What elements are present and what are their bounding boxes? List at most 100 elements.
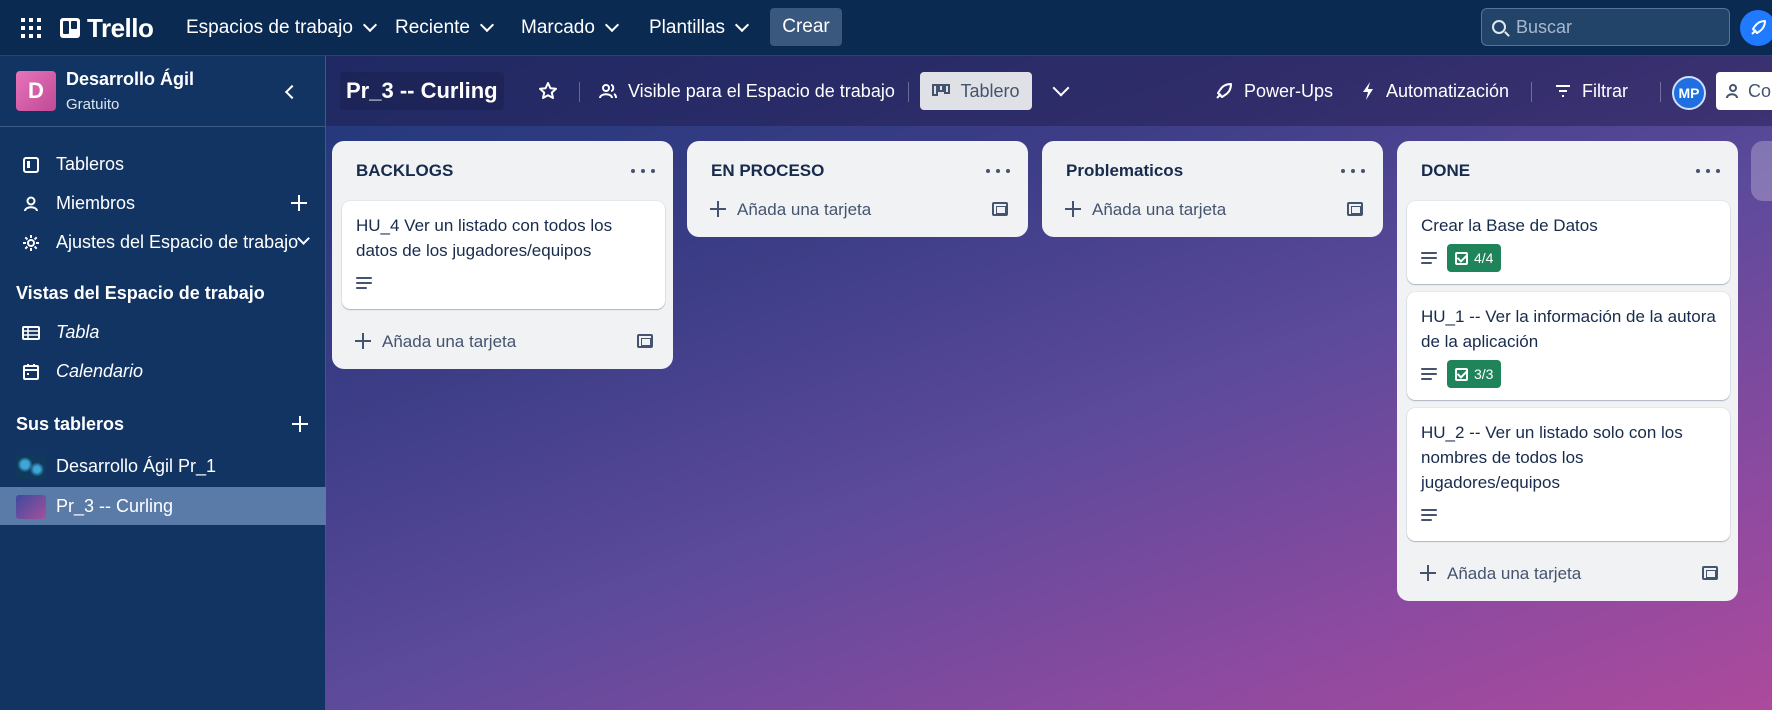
card-title: HU_4 Ver un listado con todos los datos … [356, 216, 613, 260]
add-card-label: Añada una tarjeta [737, 200, 872, 219]
card-title: HU_2 -- Ver un listado solo con los nomb… [1421, 423, 1683, 492]
sidebar-board-item-active[interactable]: Pr_3 -- Curling [0, 487, 326, 525]
sidebar-board-label: Pr_3 -- Curling [56, 495, 174, 516]
sidebar-item-calendar-view[interactable]: Calendario [0, 352, 326, 390]
powerups-button[interactable]: Power-Ups [1206, 72, 1341, 110]
list-menu-icon[interactable] [631, 161, 655, 181]
board-title[interactable]: Pr_3 -- Curling [340, 72, 504, 110]
list-title[interactable]: BACKLOGS [356, 161, 453, 181]
next-list-partial[interactable] [1751, 141, 1772, 201]
add-card-button[interactable]: Añada una tarjeta [1042, 185, 1383, 237]
board-view-button[interactable]: Tablero [920, 72, 1032, 110]
star-icon [539, 82, 557, 99]
board-canvas: Pr_3 -- Curling Visible para el Espacio … [326, 56, 1772, 710]
card-template-icon[interactable] [1347, 202, 1363, 216]
your-boards-heading: Sus tableros [16, 414, 125, 434]
sidebar-item-settings[interactable]: Ajustes del Espacio de trabajo [0, 223, 326, 261]
calendar-icon [23, 364, 39, 380]
sidebar-item-label: Tabla [56, 321, 100, 342]
automation-button[interactable]: Automatización [1352, 72, 1517, 110]
plus-icon [1064, 200, 1082, 218]
card[interactable]: HU_1 -- Ver la información de la autora … [1407, 292, 1730, 400]
chevron-down-icon [604, 17, 619, 33]
list-menu-icon[interactable] [1341, 161, 1365, 181]
card[interactable]: HU_4 Ver un listado con todos los datos … [342, 201, 665, 309]
notifications-button[interactable] [1740, 10, 1772, 46]
add-card-button[interactable]: Añada una tarjeta [687, 185, 1028, 237]
workspace-avatar[interactable]: D [16, 71, 56, 111]
search-placeholder: Buscar [1516, 16, 1573, 37]
description-icon [1421, 252, 1437, 264]
card-template-icon[interactable] [1702, 566, 1718, 580]
logo-text: Trello [87, 12, 154, 43]
rocket-icon [1216, 83, 1232, 99]
list-menu-icon[interactable] [986, 161, 1010, 181]
list-header: DONE [1397, 141, 1738, 201]
nav-templates-label: Plantillas [649, 17, 726, 38]
workspace-name[interactable]: Desarrollo Ágil [66, 69, 194, 90]
workspace-header: D Desarrollo Ágil Gratuito [0, 56, 326, 127]
sidebar-item-label: Miembros [56, 192, 136, 213]
add-card-button[interactable]: Añada una tarjeta [1397, 549, 1738, 601]
checklist-badge: 3/3 [1447, 360, 1502, 388]
add-member-icon[interactable] [288, 192, 310, 214]
rocket-icon [1751, 20, 1766, 35]
person-icon [24, 196, 38, 212]
card-badges: 4/4 [1421, 244, 1716, 272]
share-label: Co [1748, 80, 1772, 101]
sidebar-item-boards[interactable]: Tableros [0, 145, 326, 183]
top-navigation-bar: Trello Espacios de trabajo Reciente Marc… [0, 0, 1772, 56]
list-title[interactable]: DONE [1421, 161, 1470, 181]
sidebar-board-item[interactable]: Desarrollo Ágil Pr_1 [0, 447, 326, 485]
checkbox-icon [1455, 367, 1468, 381]
add-card-label: Añada una tarjeta [1447, 564, 1582, 583]
list-title[interactable]: EN PROCESO [711, 161, 824, 181]
card-template-icon[interactable] [637, 334, 653, 348]
search-box[interactable]: Buscar [1481, 8, 1730, 46]
table-icon [22, 326, 40, 340]
create-button[interactable]: Crear [770, 8, 842, 46]
powerups-label: Power-Ups [1244, 80, 1334, 101]
sidebar-item-label: Tableros [56, 153, 125, 174]
automation-label: Automatización [1386, 80, 1510, 101]
description-icon [1421, 509, 1437, 521]
nav-workspaces-label: Espacios de trabajo [186, 17, 353, 38]
member-avatar[interactable]: MP [1672, 76, 1706, 110]
trello-logo[interactable]: Trello [60, 12, 154, 43]
list-title[interactable]: Problematicos [1066, 161, 1183, 181]
sidebar-item-table-view[interactable]: Tabla [0, 313, 326, 351]
list-header: BACKLOGS [332, 141, 673, 201]
trello-logo-icon [60, 18, 80, 38]
list-done: DONE Crear la Base de Datos 4/4 HU_1 -- … [1397, 141, 1738, 601]
gear-icon [23, 235, 39, 251]
collapse-sidebar-button[interactable] [279, 81, 301, 103]
description-icon [356, 277, 372, 289]
add-card-button[interactable]: Añada una tarjeta [332, 317, 673, 369]
visibility-button[interactable]: Visible para el Espacio de trabajo [590, 72, 903, 110]
list-menu-icon[interactable] [1696, 161, 1720, 181]
star-board-button[interactable] [530, 72, 566, 110]
card-template-icon[interactable] [992, 202, 1008, 216]
workspace-plan: Gratuito [66, 96, 120, 113]
nav-starred-menu[interactable]: Marcado [519, 14, 619, 42]
nav-templates-menu[interactable]: Plantillas [647, 14, 750, 42]
share-button[interactable]: Co [1716, 72, 1772, 110]
board-view-label: Tablero [960, 80, 1020, 101]
checklist-badge: 4/4 [1447, 244, 1502, 272]
app-switcher-icon[interactable] [20, 17, 42, 39]
add-board-icon[interactable] [289, 413, 311, 435]
sidebar-item-members[interactable]: Miembros [0, 184, 326, 222]
checklist-count: 3/3 [1474, 366, 1494, 382]
card[interactable]: HU_2 -- Ver un listado solo con los nomb… [1407, 408, 1730, 541]
add-card-label: Añada una tarjeta [382, 332, 517, 351]
nav-workspaces-menu[interactable]: Espacios de trabajo [184, 14, 377, 42]
visibility-label: Visible para el Espacio de trabajo [628, 80, 895, 101]
filter-label: Filtrar [1582, 80, 1628, 101]
nav-recent-menu[interactable]: Reciente [393, 14, 495, 42]
header-divider [908, 82, 909, 102]
card[interactable]: Crear la Base de Datos 4/4 [1407, 201, 1730, 284]
views-dropdown-chevron-icon[interactable] [1042, 72, 1080, 110]
header-divider [579, 82, 580, 102]
filter-button[interactable]: Filtrar [1546, 72, 1636, 110]
card-badges: 3/3 [1421, 360, 1716, 388]
